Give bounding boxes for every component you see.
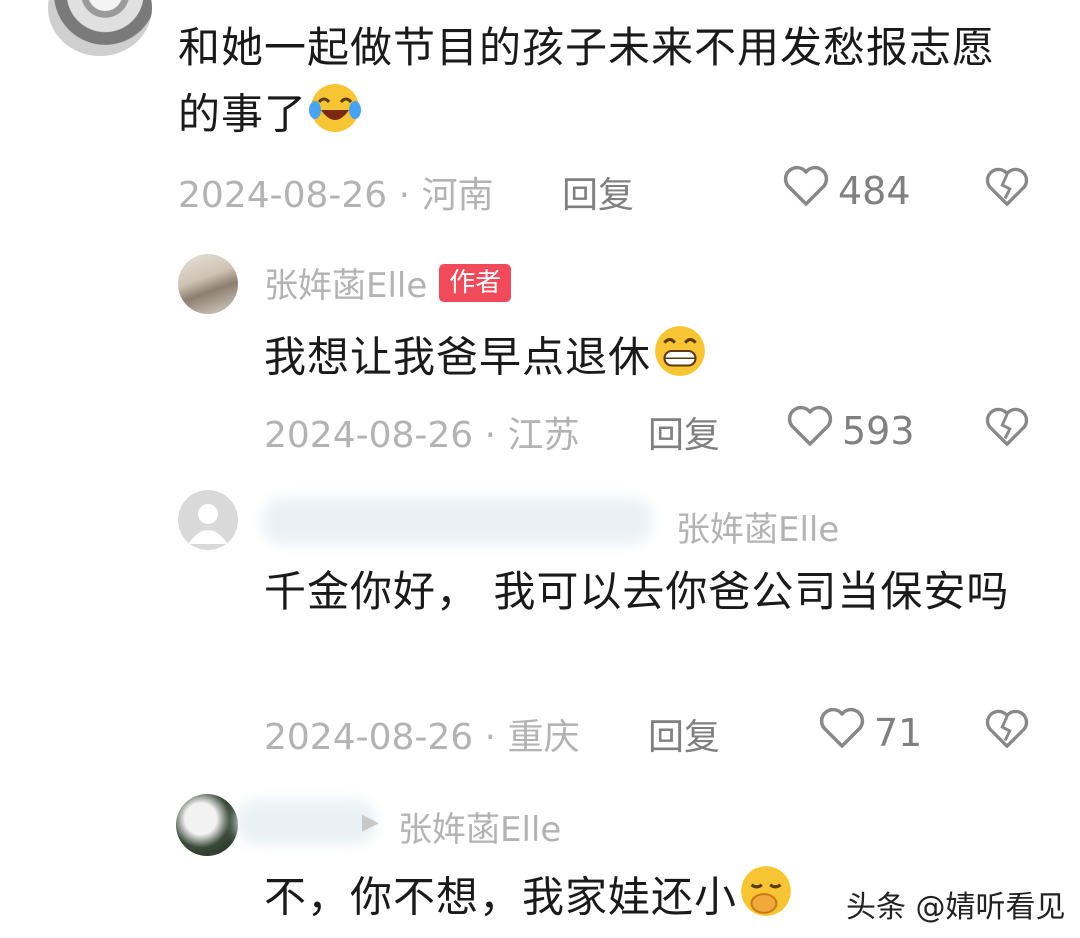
author-avatar[interactable] <box>178 254 238 314</box>
default-avatar[interactable] <box>178 490 238 550</box>
dislike-button[interactable] <box>984 406 1030 452</box>
comment-date: 2024-08-26 <box>178 175 388 216</box>
like-count: 71 <box>874 710 923 755</box>
hand-over-mouth-emoji <box>737 862 795 938</box>
reply-button[interactable]: 回复 <box>562 166 634 218</box>
crying-laughing-emoji <box>307 80 363 154</box>
heart-icon <box>786 404 834 457</box>
reply-meta: 2024-08-26 · 重庆 <box>264 717 580 758</box>
author-header: 张姩菡Elle 作者 <box>264 258 512 307</box>
comment-meta: 2024-08-26 · 河南 <box>178 175 494 216</box>
reply-date: 2024-08-26 <box>264 415 474 456</box>
dislike-button[interactable] <box>984 708 1030 754</box>
reply-arrow-icon: ▶ <box>362 810 379 835</box>
reply-target[interactable]: 张姩菡Elle <box>676 502 839 551</box>
broken-heart-icon <box>985 709 1029 748</box>
watermark: 头条 @婧听看见 <box>846 890 1066 925</box>
broken-heart-icon <box>985 407 1029 446</box>
reply-target[interactable]: 张姩菡Elle <box>398 802 561 851</box>
dislike-button[interactable] <box>984 166 1030 212</box>
like-button[interactable]: 484 <box>782 164 911 217</box>
commenter-avatar[interactable] <box>48 0 152 56</box>
reply-button[interactable]: 回复 <box>648 406 720 458</box>
reply-button[interactable]: 回复 <box>648 708 720 760</box>
like-count: 484 <box>838 168 911 213</box>
broken-heart-icon <box>985 167 1029 206</box>
person-icon <box>188 504 228 544</box>
author-username[interactable]: 张姩菡Elle <box>264 258 427 307</box>
reply-text: 千金你好， 我可以去你爸公司当保安吗 <box>264 567 1010 616</box>
blurred-username <box>236 800 376 844</box>
like-button[interactable]: 593 <box>786 404 915 457</box>
comment-text: 和她一起做节目的孩子未来不用发愁报志愿的事了 <box>178 16 1018 154</box>
grinning-emoji <box>651 322 709 398</box>
reply-meta: 2024-08-26 · 江苏 <box>264 415 580 456</box>
comment-location: 河南 <box>421 175 494 216</box>
heart-icon <box>818 706 866 759</box>
heart-icon <box>782 164 830 217</box>
reply-text: 我想让我爸早点退休 <box>264 322 1024 398</box>
commenter-avatar[interactable] <box>176 794 238 856</box>
blurred-username <box>262 498 652 544</box>
reply-text: 不，你不想，我家娃还小 <box>264 862 864 938</box>
reply-date: 2024-08-26 <box>264 717 474 758</box>
like-count: 593 <box>842 408 915 453</box>
author-badge: 作者 <box>439 263 512 302</box>
reply-location: 江苏 <box>507 415 580 456</box>
reply-location: 重庆 <box>507 717 580 758</box>
like-button[interactable]: 71 <box>818 706 922 759</box>
